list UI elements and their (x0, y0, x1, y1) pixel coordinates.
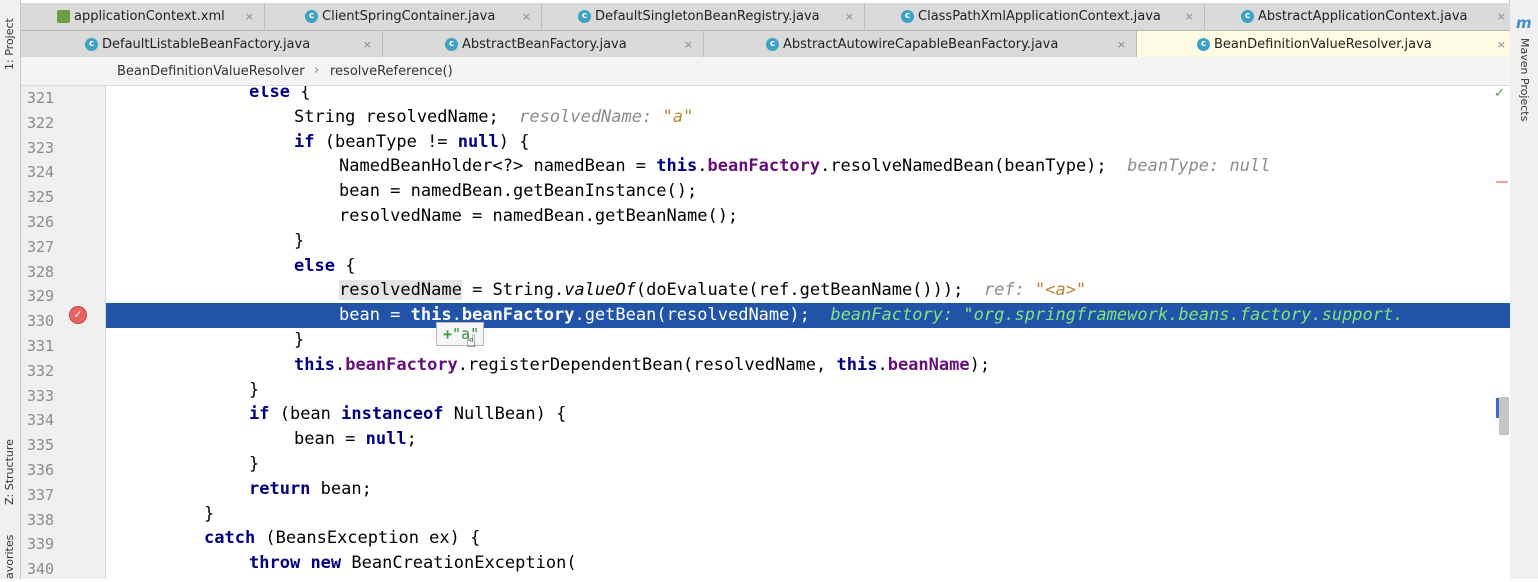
hand-cursor-icon: ☝ (466, 332, 477, 352)
code-line: if (beanType != null) { (294, 131, 530, 152)
close-icon[interactable]: × (1185, 10, 1194, 23)
tab-label: AbstractAutowireCapableBeanFactory.java (783, 37, 1059, 52)
tab-label: ClassPathXmlApplicationContext.java (918, 9, 1161, 24)
code-line: NamedBeanHolder<?> namedBean = this.bean… (339, 156, 1271, 177)
code-line: return bean; (249, 478, 372, 499)
tab-abstract-application-context[interactable]: c AbstractApplicationContext.java × (1205, 3, 1510, 30)
breadcrumb: BeanDefinitionValueResolver › resolveRef… (21, 57, 1510, 86)
code-editor[interactable]: else { String resolvedName; resolvedName… (106, 86, 1510, 579)
tab-application-context-xml[interactable]: applicationContext.xml × (21, 3, 265, 30)
close-icon[interactable]: × (684, 38, 693, 51)
class-icon: c (85, 38, 98, 51)
maven-icon[interactable]: m (1516, 14, 1532, 32)
line-number: 334 (27, 411, 55, 430)
line-number: 327 (27, 237, 55, 256)
error-stripe-mark[interactable] (1496, 181, 1508, 183)
line-number: 329 (27, 287, 55, 306)
tab-label: AbstractBeanFactory.java (462, 37, 627, 52)
tab-label: DefaultListableBeanFactory.java (102, 37, 311, 52)
editor-tabs-row-2: c DefaultListableBeanFactory.java × c Ab… (21, 31, 1510, 59)
class-icon: c (445, 38, 458, 51)
code-line: else { (294, 255, 356, 276)
favorites-tool-button[interactable]: avorites (3, 535, 16, 579)
tab-default-singleton-bean-registry[interactable]: c DefaultSingletonBeanRegistry.java × (542, 3, 865, 30)
maven-projects-tool-button[interactable]: Maven Projects (1518, 38, 1531, 121)
tab-label: DefaultSingletonBeanRegistry.java (595, 9, 820, 24)
line-number: 328 (27, 262, 55, 281)
line-number: 326 (27, 213, 55, 231)
line-number-gutter[interactable]: 321 322 323 324 325 326 327 328 329 330 … (21, 86, 106, 579)
xml-file-icon (57, 10, 70, 23)
tab-abstract-autowire-capable-bean-factory[interactable]: c AbstractAutowireCapableBeanFactory.jav… (704, 31, 1137, 58)
tab-bean-definition-value-resolver[interactable]: c BeanDefinitionValueResolver.java × (1137, 31, 1510, 58)
code-line: String resolvedName; resolvedName: "a" (294, 106, 694, 127)
close-icon[interactable]: × (1117, 38, 1126, 51)
class-icon: c (578, 10, 591, 23)
class-icon: c (305, 10, 318, 23)
left-tool-strip: 1: Project Z: Structure avorites (0, 0, 21, 579)
code-line: } (294, 230, 305, 251)
class-icon: c (901, 10, 914, 23)
value-tooltip[interactable]: +"a" (436, 322, 484, 346)
breadcrumb-separator: › (314, 63, 320, 78)
line-number: 338 (27, 510, 55, 529)
tab-class-path-xml-application-context[interactable]: c ClassPathXmlApplicationContext.java × (865, 3, 1205, 30)
line-number: 323 (27, 138, 55, 157)
close-icon[interactable]: × (245, 10, 254, 23)
line-number: 339 (27, 535, 55, 554)
execution-point-line: bean = this.beanFactory.getBean(resolved… (106, 303, 1510, 328)
structure-tool-button[interactable]: Z: Structure (3, 425, 16, 505)
line-number: 336 (27, 461, 55, 479)
line-number: 330 (27, 312, 55, 331)
line-number: 333 (27, 386, 55, 405)
tab-abstract-bean-factory[interactable]: c AbstractBeanFactory.java × (383, 31, 704, 58)
code-line: } (249, 454, 260, 474)
code-line: resolvedName = String.valueOf(doEvaluate… (339, 280, 1087, 301)
line-number: 332 (27, 361, 55, 380)
breakpoint-icon[interactable]: ✓ (69, 306, 87, 324)
code-line: } (294, 330, 305, 350)
code-line: } (204, 503, 215, 524)
tab-label: BeanDefinitionValueResolver.java (1214, 37, 1432, 52)
line-number: 337 (27, 485, 55, 504)
code-line: if (bean instanceof NullBean) { (249, 404, 567, 425)
code-line: catch (BeansException ex) { (204, 528, 481, 549)
line-number: 325 (27, 188, 55, 207)
code-line: throw new BeanCreationException( (249, 553, 577, 574)
line-number: 324 (27, 163, 55, 182)
line-number: 321 (27, 89, 55, 107)
tab-label: ClientSpringContainer.java (322, 9, 496, 24)
close-icon[interactable]: × (522, 10, 531, 23)
vertical-scrollbar-thumb[interactable] (1499, 397, 1509, 435)
breadcrumb-method[interactable]: resolveReference() (330, 64, 453, 79)
class-icon: c (1241, 10, 1254, 23)
code-line: resolvedName = namedBean.getBeanName(); (339, 206, 739, 226)
close-icon[interactable]: × (1497, 10, 1506, 23)
tab-label: AbstractApplicationContext.java (1258, 9, 1468, 24)
class-icon: c (766, 38, 779, 51)
code-line: bean = namedBean.getBeanInstance(); (339, 181, 698, 202)
tab-default-listable-bean-factory[interactable]: c DefaultListableBeanFactory.java × (21, 31, 383, 58)
project-tool-button[interactable]: 1: Project (3, 8, 16, 70)
line-number: 335 (27, 436, 55, 455)
close-icon[interactable]: × (363, 38, 372, 51)
line-number: 331 (27, 337, 55, 355)
breadcrumb-class[interactable]: BeanDefinitionValueResolver (117, 64, 305, 79)
close-icon[interactable]: × (845, 10, 854, 23)
editor-tabs-row-1: applicationContext.xml × c ClientSpringC… (21, 3, 1510, 31)
inspection-ok-icon[interactable]: ✓ (1494, 86, 1505, 101)
line-number: 340 (27, 560, 55, 579)
class-icon: c (1197, 38, 1210, 51)
tab-label: applicationContext.xml (74, 9, 225, 24)
right-tool-strip: m Maven Projects (1509, 0, 1538, 579)
line-number: 322 (27, 113, 55, 132)
code-line: this.beanFactory.registerDependentBean(r… (294, 354, 991, 375)
code-line: else { (249, 86, 311, 102)
close-icon[interactable]: × (1497, 38, 1506, 51)
selected-variable: resolvedName (339, 280, 462, 301)
tab-client-spring-container[interactable]: c ClientSpringContainer.java × (265, 3, 542, 30)
code-line: } (249, 379, 260, 400)
code-line: bean = null; (294, 429, 417, 450)
